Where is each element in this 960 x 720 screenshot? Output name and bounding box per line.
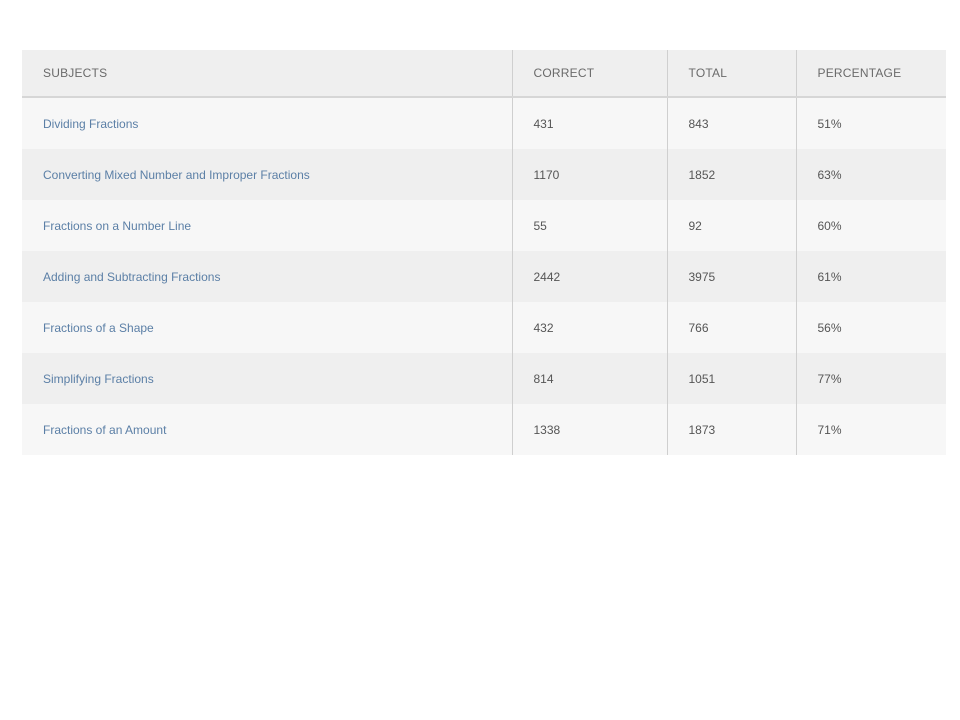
subject-cell: Fractions on a Number Line xyxy=(22,200,512,251)
correct-cell: 814 xyxy=(511,353,667,404)
subject-cell: Dividing Fractions xyxy=(22,97,512,149)
percentage-cell: 60% xyxy=(795,200,946,251)
table-row: Fractions of a Shape 432 766 56% xyxy=(22,302,946,353)
subject-link[interactable]: Adding and Subtracting Fractions xyxy=(43,270,220,284)
correct-cell: 431 xyxy=(511,97,667,149)
total-cell: 1852 xyxy=(666,149,796,200)
header-total: TOTAL xyxy=(666,50,796,98)
subject-link[interactable]: Dividing Fractions xyxy=(43,117,138,131)
percentage-cell: 71% xyxy=(795,404,946,455)
percentage-cell: 77% xyxy=(795,353,946,404)
subject-cell: Fractions of an Amount xyxy=(22,404,512,455)
total-cell: 1051 xyxy=(666,353,796,404)
header-percentage: PERCENTAGE xyxy=(795,50,946,98)
table-row: Fractions on a Number Line 55 92 60% xyxy=(22,200,946,251)
subject-cell: Simplifying Fractions xyxy=(22,353,512,404)
correct-cell: 2442 xyxy=(511,251,667,302)
percentage-cell: 63% xyxy=(795,149,946,200)
table-body: Dividing Fractions 431 843 51% Convertin… xyxy=(22,97,946,455)
subject-link[interactable]: Converting Mixed Number and Improper Fra… xyxy=(43,168,310,182)
subject-link[interactable]: Fractions of a Shape xyxy=(43,321,154,335)
total-cell: 766 xyxy=(666,302,796,353)
total-cell: 1873 xyxy=(666,404,796,455)
subject-cell: Fractions of a Shape xyxy=(22,302,512,353)
subject-link[interactable]: Simplifying Fractions xyxy=(43,372,154,386)
table-row: Fractions of an Amount 1338 1873 71% xyxy=(22,404,946,455)
correct-cell: 432 xyxy=(511,302,667,353)
percentage-cell: 56% xyxy=(795,302,946,353)
correct-cell: 1338 xyxy=(511,404,667,455)
table-row: Dividing Fractions 431 843 51% xyxy=(22,97,946,149)
header-subjects: SUBJECTS xyxy=(22,50,512,98)
header-row: SUBJECTS CORRECT TOTAL PERCENTAGE xyxy=(22,50,946,98)
table-row: Simplifying Fractions 814 1051 77% xyxy=(22,353,946,404)
results-table: SUBJECTS CORRECT TOTAL PERCENTAGE Dividi… xyxy=(22,50,946,455)
correct-cell: 55 xyxy=(511,200,667,251)
total-cell: 92 xyxy=(666,200,796,251)
table-row: Converting Mixed Number and Improper Fra… xyxy=(22,149,946,200)
percentage-cell: 61% xyxy=(795,251,946,302)
total-cell: 843 xyxy=(666,97,796,149)
subject-cell: Adding and Subtracting Fractions xyxy=(22,251,512,302)
total-cell: 3975 xyxy=(666,251,796,302)
percentage-cell: 51% xyxy=(795,97,946,149)
correct-cell: 1170 xyxy=(511,149,667,200)
subject-cell: Converting Mixed Number and Improper Fra… xyxy=(22,149,512,200)
table-row: Adding and Subtracting Fractions 2442 39… xyxy=(22,251,946,302)
table-header: SUBJECTS CORRECT TOTAL PERCENTAGE xyxy=(22,50,946,98)
subject-link[interactable]: Fractions on a Number Line xyxy=(43,219,191,233)
subject-link[interactable]: Fractions of an Amount xyxy=(43,423,166,437)
header-correct: CORRECT xyxy=(511,50,667,98)
